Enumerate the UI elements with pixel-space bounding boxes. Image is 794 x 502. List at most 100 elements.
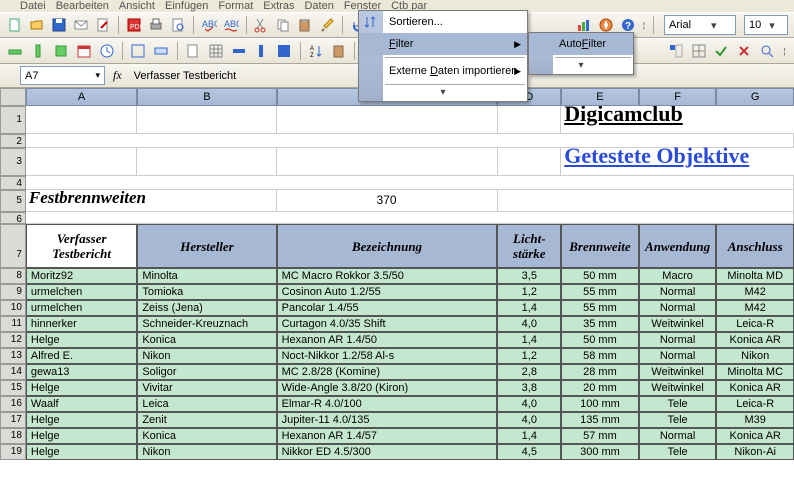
cell[interactable]: Leica	[137, 396, 276, 412]
cell[interactable]: 3,8	[497, 380, 561, 396]
save-icon[interactable]	[50, 15, 68, 35]
fx-label[interactable]: fx	[113, 68, 122, 83]
cell[interactable]: gewa13	[26, 364, 137, 380]
cell[interactable]: 300 mm	[561, 444, 639, 460]
cell[interactable]: Minolta	[137, 268, 276, 284]
toolbar-overflow-icon[interactable]: ¦	[781, 41, 788, 61]
col-header[interactable]: A	[26, 88, 137, 106]
cell[interactable]: M42	[716, 284, 794, 300]
cell[interactable]: Helge	[26, 444, 137, 460]
split-icon[interactable]	[689, 41, 708, 61]
doc-icon[interactable]	[184, 41, 203, 61]
cell[interactable]	[277, 106, 498, 134]
copy-icon[interactable]	[274, 15, 292, 35]
cell[interactable]: 58 mm	[561, 348, 639, 364]
row-header[interactable]: 14	[0, 364, 26, 380]
row-header[interactable]: 18	[0, 428, 26, 444]
cell[interactable]	[137, 148, 276, 176]
cell[interactable]: Leica-R	[716, 316, 794, 332]
cell[interactable]: Schneider-Kreuznach	[137, 316, 276, 332]
select-all-icon[interactable]	[275, 41, 294, 61]
sort-asc-icon[interactable]: AZ	[307, 41, 326, 61]
table-header[interactable]: Brennweite	[561, 224, 639, 268]
menubar-item[interactable]: Datei	[20, 0, 46, 12]
cell[interactable]: Nikon	[716, 348, 794, 364]
open-icon[interactable]	[28, 15, 46, 35]
row-header[interactable]: 3	[0, 148, 26, 176]
menubar-item[interactable]: Einfügen	[165, 0, 208, 12]
cell[interactable]	[26, 106, 137, 134]
row-header[interactable]: 11	[0, 316, 26, 332]
new-doc-icon[interactable]	[6, 15, 24, 35]
row-header[interactable]: 5	[0, 190, 26, 212]
row-header[interactable]: 7	[0, 224, 26, 268]
cut-icon[interactable]	[252, 15, 270, 35]
cancel-icon[interactable]	[735, 41, 754, 61]
cell[interactable]: Pancolar 1.4/55	[277, 300, 498, 316]
row-header[interactable]: 4	[0, 176, 26, 190]
row-header[interactable]: 17	[0, 412, 26, 428]
cell[interactable]: Weitwinkel	[639, 364, 717, 380]
cell[interactable]: urmelchen	[26, 300, 137, 316]
cell[interactable]: Helge	[26, 332, 137, 348]
menubar-item[interactable]: Daten	[304, 0, 333, 12]
row-header[interactable]: 19	[0, 444, 26, 460]
cell[interactable]: Elmar-R 4.0/100	[277, 396, 498, 412]
font-size-combo[interactable]: 10 ▾	[744, 15, 788, 35]
cell[interactable]: Weitwinkel	[639, 316, 717, 332]
paintbrush-icon[interactable]	[318, 15, 336, 35]
cell[interactable]	[498, 148, 562, 176]
table-header[interactable]: Bezeichnung	[277, 224, 498, 268]
cell[interactable]: Minolta MD (M	[716, 268, 794, 284]
cell[interactable]: 55 mm	[561, 300, 639, 316]
table-header[interactable]: Verfasser Testbericht	[26, 224, 137, 268]
cell[interactable]: Nikon-Ai	[716, 444, 794, 460]
pdf-export-icon[interactable]: PDF	[125, 15, 143, 35]
cell[interactable]: 55 mm	[561, 284, 639, 300]
cell[interactable]: Getestete Objektive	[561, 148, 794, 176]
cell[interactable]: 35 mm	[561, 316, 639, 332]
cell[interactable]: Konica AR	[716, 380, 794, 396]
cell[interactable]: Helge	[26, 428, 137, 444]
cell[interactable]: Waalf	[26, 396, 137, 412]
row-header[interactable]: 1	[0, 106, 26, 134]
cell[interactable]: 1,4	[497, 428, 561, 444]
validate-icon[interactable]	[712, 41, 731, 61]
cell[interactable]: Nikon	[137, 348, 276, 364]
cell[interactable]: 4,0	[497, 396, 561, 412]
cell[interactable]	[137, 106, 276, 134]
cell[interactable]	[26, 148, 137, 176]
cell[interactable]: M39	[716, 412, 794, 428]
cell[interactable]: Helge	[26, 380, 137, 396]
cell[interactable]: M42	[716, 300, 794, 316]
cell[interactable]: Normal	[639, 348, 717, 364]
select-col-icon[interactable]	[252, 41, 271, 61]
borders-icon[interactable]	[129, 41, 148, 61]
row-header[interactable]: 10	[0, 300, 26, 316]
spreadsheet-grid[interactable]: A B C D E F G 1 Digicamclub 2 3 Getestet…	[0, 88, 794, 460]
table-header[interactable]: Licht-stärke	[497, 224, 561, 268]
cell[interactable]: 50 mm	[561, 268, 639, 284]
cell[interactable]: Soligor	[137, 364, 276, 380]
cell[interactable]	[498, 106, 562, 134]
cell[interactable]: Weitwinkel	[639, 380, 717, 396]
menu-item-filter[interactable]: Filter ▶	[359, 33, 527, 55]
insert-col-icon[interactable]	[29, 41, 48, 61]
cell[interactable]: Digicamclub	[561, 106, 794, 134]
paste-icon[interactable]	[296, 15, 314, 35]
cell[interactable]: Hexanon AR 1.4/57	[277, 428, 498, 444]
cell[interactable]: Normal	[639, 332, 717, 348]
table-header[interactable]: Hersteller	[137, 224, 276, 268]
autocheck-icon[interactable]: ABC	[222, 15, 240, 35]
cell[interactable]: Curtagon 4.0/35 Shift	[277, 316, 498, 332]
cell[interactable]: 57 mm	[561, 428, 639, 444]
cell[interactable]: Moritz92	[26, 268, 137, 284]
menubar-item[interactable]: Format	[218, 0, 253, 12]
font-name-combo[interactable]: Arial ▾	[664, 15, 736, 35]
cell[interactable]: Leica-R	[716, 396, 794, 412]
cell[interactable]: Normal	[639, 428, 717, 444]
cell[interactable]: 135 mm	[561, 412, 639, 428]
table-header[interactable]: Anwendung	[639, 224, 717, 268]
cell[interactable]: Noct-Nikkor 1.2/58 Al-s	[277, 348, 498, 364]
cell[interactable]: Vivitar	[137, 380, 276, 396]
